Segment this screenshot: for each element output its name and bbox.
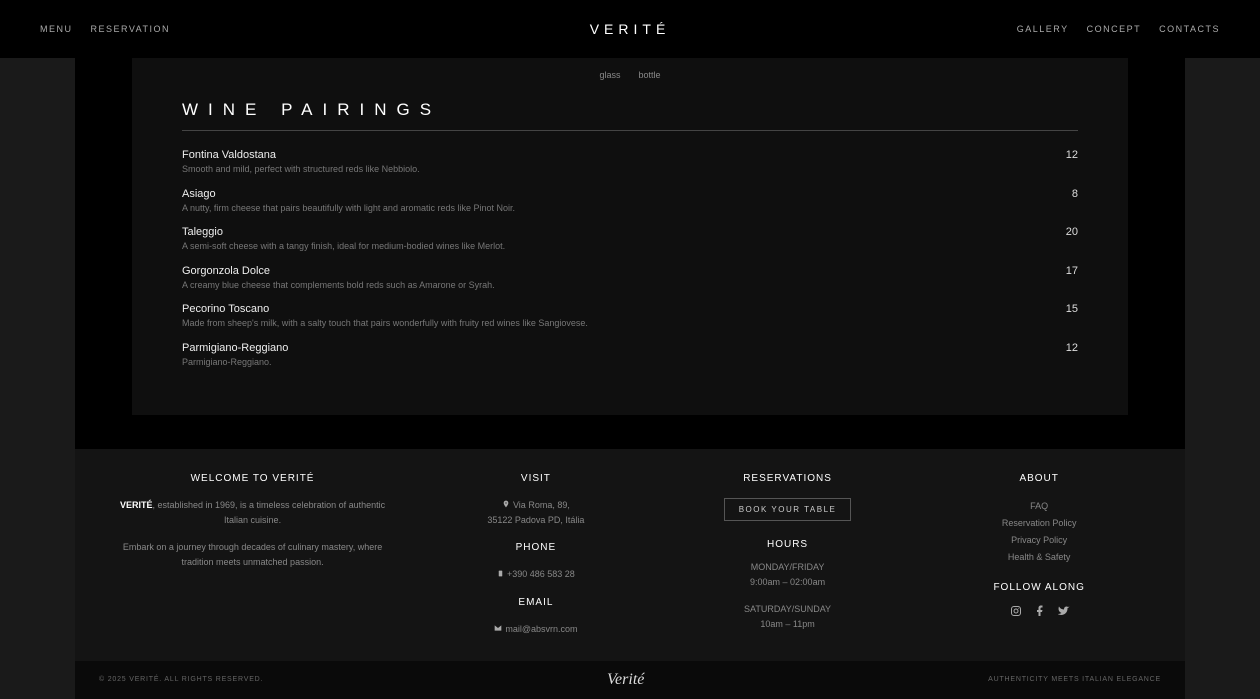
visit-heading: VISIT bbox=[521, 473, 551, 484]
social-icons bbox=[1010, 605, 1068, 615]
weekend-hours: 10am – 11pm bbox=[760, 617, 814, 632]
wine-section: glass bottle WINE PAIRINGS Fontina Valdo… bbox=[132, 0, 1128, 415]
wine-desc: A creamy blue cheese that complements bo… bbox=[182, 279, 1048, 292]
glass-header: glass bbox=[599, 70, 620, 80]
visit-address: Via Roma, 89, 35122 Padova PD, Itália bbox=[487, 498, 584, 529]
nav-left: Menu Reservation bbox=[40, 24, 170, 34]
wine-price: 12 bbox=[1048, 342, 1078, 354]
welcome-para1: VERITÉ, established in 1969, is a timele… bbox=[115, 498, 390, 529]
wine-desc: Parmigiano-Reggiano. bbox=[182, 356, 1048, 369]
nav-right: Gallery Concept Contacts bbox=[1017, 24, 1220, 34]
wine-info: Asiago A nutty, firm cheese that pairs b… bbox=[182, 188, 1048, 215]
bottle-header: bottle bbox=[638, 70, 660, 80]
wine-name: Gorgonzola Dolce bbox=[182, 265, 1048, 277]
faq-link[interactable]: FAQ bbox=[1030, 498, 1048, 515]
wine-item: Parmigiano-Reggiano Parmigiano-Reggiano.… bbox=[182, 336, 1078, 375]
wine-price: 20 bbox=[1048, 226, 1078, 238]
nav-concept[interactable]: Concept bbox=[1087, 24, 1142, 34]
weekday-label: MONDAY/FRIDAY bbox=[751, 560, 825, 575]
phone-heading: PHONE bbox=[516, 542, 557, 553]
about-heading: ABOUT bbox=[1019, 473, 1058, 484]
wine-price: 12 bbox=[1048, 149, 1078, 161]
wine-name: Taleggio bbox=[182, 226, 1048, 238]
welcome-heading: Welcome to Verité bbox=[191, 473, 315, 484]
phone-value[interactable]: +390 486 583 28 bbox=[497, 567, 575, 582]
hours-heading: HOURS bbox=[767, 539, 808, 550]
wine-info: Pecorino Toscano Made from sheep's milk,… bbox=[182, 303, 1048, 330]
wine-price: 8 bbox=[1048, 188, 1078, 200]
wine-desc: A semi-soft cheese with a tangy finish, … bbox=[182, 240, 1048, 253]
weekend-label: SATURDAY/SUNDAY bbox=[744, 602, 831, 617]
wine-item: Asiago A nutty, firm cheese that pairs b… bbox=[182, 182, 1078, 221]
email-icon bbox=[494, 622, 502, 637]
wine-desc: Smooth and mild, perfect with structured… bbox=[182, 163, 1048, 176]
wine-price: 15 bbox=[1048, 303, 1078, 315]
footer: Welcome to Verité VERITÉ, established in… bbox=[75, 449, 1185, 661]
email-value[interactable]: mail@absvrn.com bbox=[494, 622, 577, 637]
weekday-hours: 9:00am – 02:00am bbox=[750, 575, 825, 590]
phone-icon bbox=[497, 567, 504, 582]
wine-name: Fontina Valdostana bbox=[182, 149, 1048, 161]
wine-desc: Made from sheep's milk, with a salty tou… bbox=[182, 317, 1048, 330]
section-title: WINE PAIRINGS bbox=[182, 100, 1078, 131]
page-container: glass bottle WINE PAIRINGS Fontina Valdo… bbox=[75, 0, 1185, 536]
wine-info: Parmigiano-Reggiano Parmigiano-Reggiano. bbox=[182, 342, 1048, 369]
wine-item: Taleggio A semi-soft cheese with a tangy… bbox=[182, 220, 1078, 259]
nav-gallery[interactable]: Gallery bbox=[1017, 24, 1069, 34]
header-nav: Menu Reservation VERITÉ Gallery Concept … bbox=[0, 0, 1260, 58]
footer-welcome: Welcome to Verité VERITÉ, established in… bbox=[115, 473, 390, 637]
wine-column-headers: glass bottle bbox=[182, 70, 1078, 100]
wine-price: 17 bbox=[1048, 265, 1078, 277]
email-heading: EMAIL bbox=[518, 597, 553, 608]
copyright: © 2025 Verité. All Rights Reserved. bbox=[99, 676, 263, 683]
welcome-text1: , established in 1969, is a timeless cel… bbox=[152, 500, 385, 525]
facebook-icon[interactable] bbox=[1034, 605, 1044, 615]
wine-item: Pecorino Toscano Made from sheep's milk,… bbox=[182, 297, 1078, 336]
footer-about: ABOUT FAQ Reservation Policy Privacy Pol… bbox=[933, 473, 1145, 637]
instagram-icon[interactable] bbox=[1010, 605, 1020, 615]
wine-name: Asiago bbox=[182, 188, 1048, 200]
welcome-para2: Embark on a journey through decades of c… bbox=[115, 540, 390, 571]
tagline: AUTHENTICITY MEETS ITALIAN ELEGANCE bbox=[988, 676, 1161, 683]
wine-info: Fontina Valdostana Smooth and mild, perf… bbox=[182, 149, 1048, 176]
brand-name: VERITÉ bbox=[120, 500, 153, 510]
email-address: mail@absvrn.com bbox=[505, 624, 577, 634]
phone-number: +390 486 583 28 bbox=[507, 569, 575, 579]
wine-desc: A nutty, firm cheese that pairs beautifu… bbox=[182, 202, 1048, 215]
nav-reservation[interactable]: Reservation bbox=[91, 24, 171, 34]
addr-line2: 35122 Padova PD, Itália bbox=[487, 515, 584, 525]
nav-menu[interactable]: Menu bbox=[40, 24, 73, 34]
footer-reservations: RESERVATIONS BOOK YOUR TABLE HOURS MONDA… bbox=[682, 473, 894, 637]
wine-info: Gorgonzola Dolce A creamy blue cheese th… bbox=[182, 265, 1048, 292]
wine-item: Fontina Valdostana Smooth and mild, perf… bbox=[182, 143, 1078, 182]
location-icon bbox=[502, 498, 510, 513]
twitter-icon[interactable] bbox=[1058, 605, 1068, 615]
book-table-button[interactable]: BOOK YOUR TABLE bbox=[724, 498, 852, 521]
reservations-heading: RESERVATIONS bbox=[743, 473, 832, 484]
privacy-policy-link[interactable]: Privacy Policy bbox=[1011, 532, 1067, 549]
bottom-logo: Verité bbox=[607, 671, 644, 689]
wine-name: Pecorino Toscano bbox=[182, 303, 1048, 315]
wine-name: Parmigiano-Reggiano bbox=[182, 342, 1048, 354]
wine-info: Taleggio A semi-soft cheese with a tangy… bbox=[182, 226, 1048, 253]
footer-grid: Welcome to Verité VERITÉ, established in… bbox=[115, 473, 1145, 637]
nav-logo[interactable]: VERITÉ bbox=[590, 21, 671, 37]
wine-item: Gorgonzola Dolce A creamy blue cheese th… bbox=[182, 259, 1078, 298]
addr-line1: Via Roma, 89, bbox=[513, 500, 570, 510]
health-safety-link[interactable]: Health & Safety bbox=[1008, 549, 1071, 566]
bottom-bar: © 2025 Verité. All Rights Reserved. Veri… bbox=[75, 661, 1185, 699]
reservation-policy-link[interactable]: Reservation Policy bbox=[1002, 515, 1077, 532]
nav-contacts[interactable]: Contacts bbox=[1159, 24, 1220, 34]
footer-visit: VISIT Via Roma, 89, 35122 Padova PD, Itá… bbox=[430, 473, 642, 637]
follow-heading: FOLLOW ALONG bbox=[993, 582, 1084, 593]
